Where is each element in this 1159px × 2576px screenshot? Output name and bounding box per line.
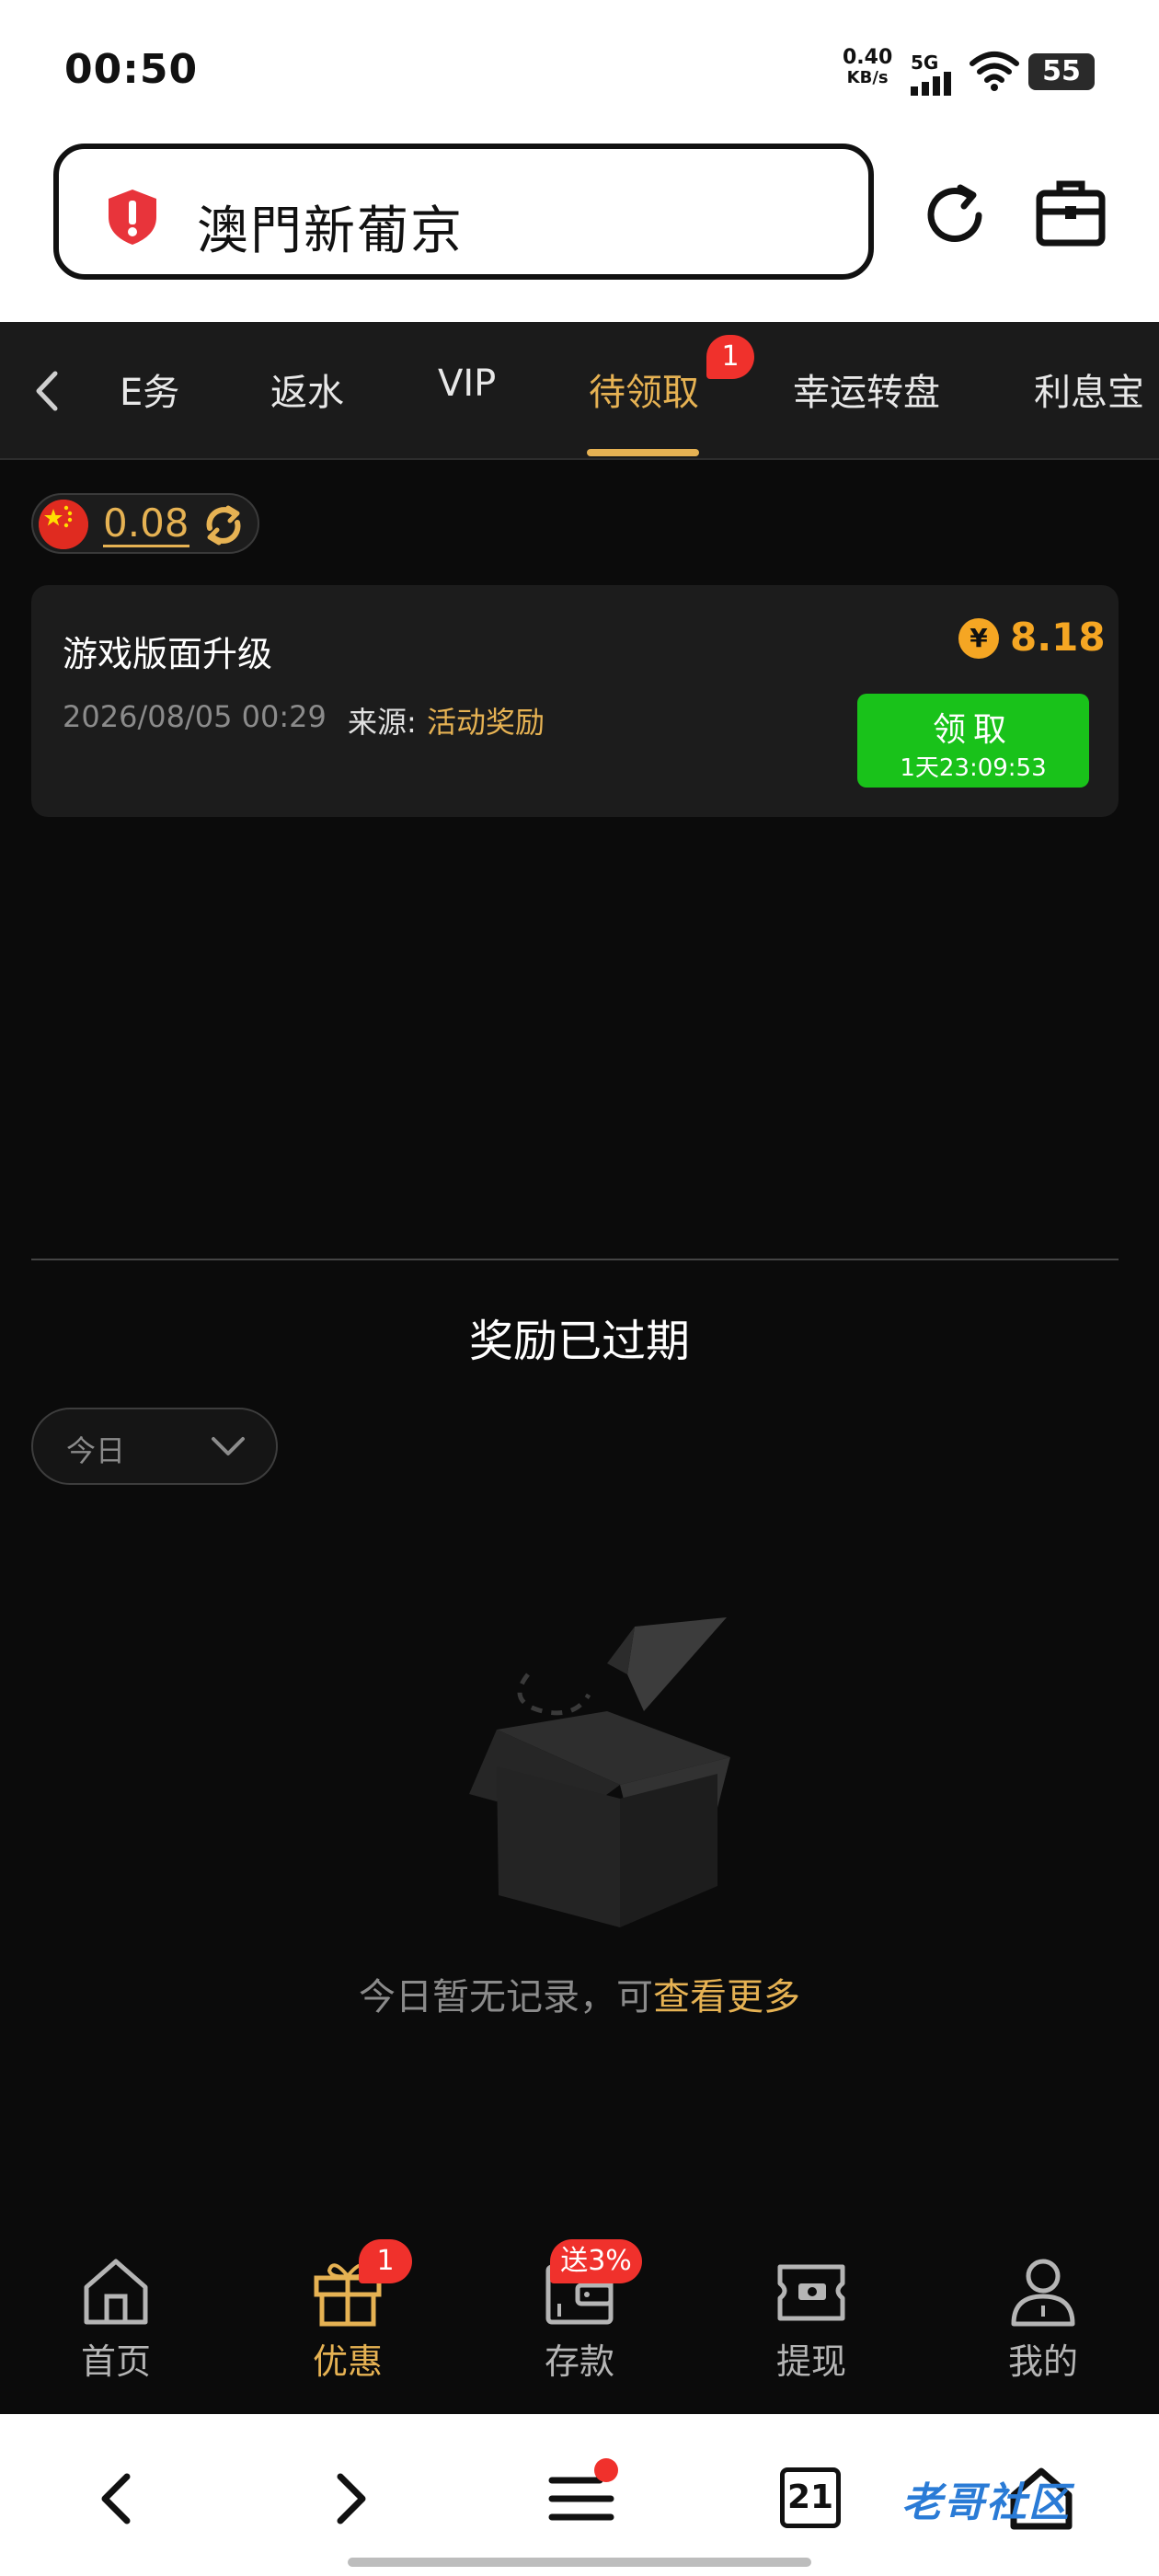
expired-section-title: 奖励已过期	[468, 1316, 690, 1367]
empty-box-icon	[469, 1617, 730, 1927]
toolbox-button[interactable]	[1032, 175, 1109, 252]
balance-value: 0.08	[103, 500, 189, 547]
claim-label: 领取	[932, 711, 1014, 749]
network-type: 5G	[911, 52, 939, 74]
tab-pending-badge: 1	[706, 335, 754, 379]
balance-chip: 0.08	[31, 493, 259, 554]
refresh-balance-icon[interactable]	[201, 502, 247, 548]
cash-icon	[777, 2264, 845, 2321]
tab-lucky-wheel[interactable]: 幸运转盘	[793, 362, 940, 416]
reward-card: 游戏版面升级 2026/08/05 00:29 来源: 活动奖励 ¥ 8.18 …	[31, 585, 1119, 817]
status-time: 00:50	[64, 46, 199, 93]
empty-state-text: 今日暂无记录，可查看更多	[0, 1967, 1159, 2020]
reward-amount: 8.18	[1010, 615, 1106, 660]
chevron-left-icon[interactable]	[29, 368, 66, 414]
reward-title: 游戏版面升级	[63, 634, 273, 674]
claim-countdown: 1天23:09:53	[900, 754, 1047, 782]
wifi-icon	[970, 52, 1019, 91]
section-divider	[31, 1259, 1119, 1260]
status-bar: 00:50 0.40 KB/s 5G 55	[0, 0, 1159, 138]
home-icon	[84, 2259, 148, 2325]
shield-alert-icon[interactable]	[105, 188, 160, 247]
reward-source: 活动奖励	[427, 705, 545, 740]
yuan-coin-icon: ¥	[958, 618, 999, 659]
tab-rebate[interactable]: 返水	[270, 362, 344, 416]
network-speed-value: 0.40	[843, 46, 893, 69]
active-tab-indicator	[587, 449, 699, 456]
empty-state-message: 今日暂无记录，可	[359, 1976, 653, 2018]
tab-pending-claim[interactable]: 待领取	[589, 362, 699, 416]
nav-promotions-badge: 1	[359, 2239, 412, 2283]
tab-interest[interactable]: 利息宝	[1034, 362, 1144, 416]
date-filter-select[interactable]: 今日	[31, 1408, 278, 1485]
nav-withdraw[interactable]: 提现	[719, 2254, 903, 2384]
date-filter-value: 今日	[66, 1433, 126, 1468]
nav-deposit-label: 存款	[544, 2341, 614, 2382]
nav-promotions[interactable]: 优惠 1	[256, 2239, 440, 2384]
address-bar[interactable]: 澳門新葡京	[53, 144, 874, 280]
forward-arrow-icon[interactable]	[313, 2462, 386, 2536]
network-speed-unit: KB/s	[846, 68, 889, 87]
nav-profile[interactable]: 我的	[951, 2254, 1135, 2384]
browser-top-bar: 澳門新葡京	[0, 138, 1159, 322]
china-flag-icon	[39, 500, 88, 549]
home-indicator[interactable]	[348, 2558, 811, 2567]
nav-home[interactable]: 首页	[24, 2254, 208, 2384]
back-arrow-icon[interactable]	[81, 2462, 155, 2536]
reward-source-label: 来源:	[348, 705, 417, 740]
chevron-down-icon	[212, 1437, 245, 1455]
network-speed: 0.40 KB/s	[843, 48, 892, 88]
tab-tasks[interactable]: E务	[120, 362, 179, 416]
nav-profile-label: 我的	[1007, 2341, 1078, 2382]
nav-home-label: 首页	[80, 2341, 151, 2382]
bottom-navigation: 首页 优惠 1 存款 送3% 提现 我的	[0, 2217, 1159, 2414]
reload-button[interactable]	[916, 177, 993, 254]
tab-switcher-button[interactable]: 21	[780, 2467, 841, 2528]
nav-deposit-badge: 送3%	[550, 2239, 642, 2283]
reward-datetime: 2026/08/05 00:29	[63, 699, 327, 734]
user-icon	[1011, 2259, 1075, 2327]
battery-indicator: 55	[1028, 53, 1095, 90]
nav-withdraw-label: 提现	[775, 2341, 846, 2382]
nav-deposit[interactable]: 存款 送3%	[488, 2239, 671, 2384]
view-more-link[interactable]: 查看更多	[653, 1976, 800, 2018]
nav-promotions-label: 优惠	[312, 2341, 383, 2382]
watermark-logo: 老哥社区	[901, 2479, 1071, 2526]
tab-vip[interactable]: VIP	[438, 362, 496, 405]
site-title: 澳門新葡京	[197, 201, 464, 261]
browser-bottom-bar: 21 老哥社区	[0, 2414, 1159, 2576]
claim-button[interactable]: 领取 1天23:09:53	[857, 694, 1089, 788]
signal-icon	[911, 72, 951, 96]
promo-tab-bar: E务 返水 VIP 待领取 1 幸运转盘 利息宝	[0, 322, 1159, 460]
menu-notification-dot	[594, 2458, 618, 2482]
